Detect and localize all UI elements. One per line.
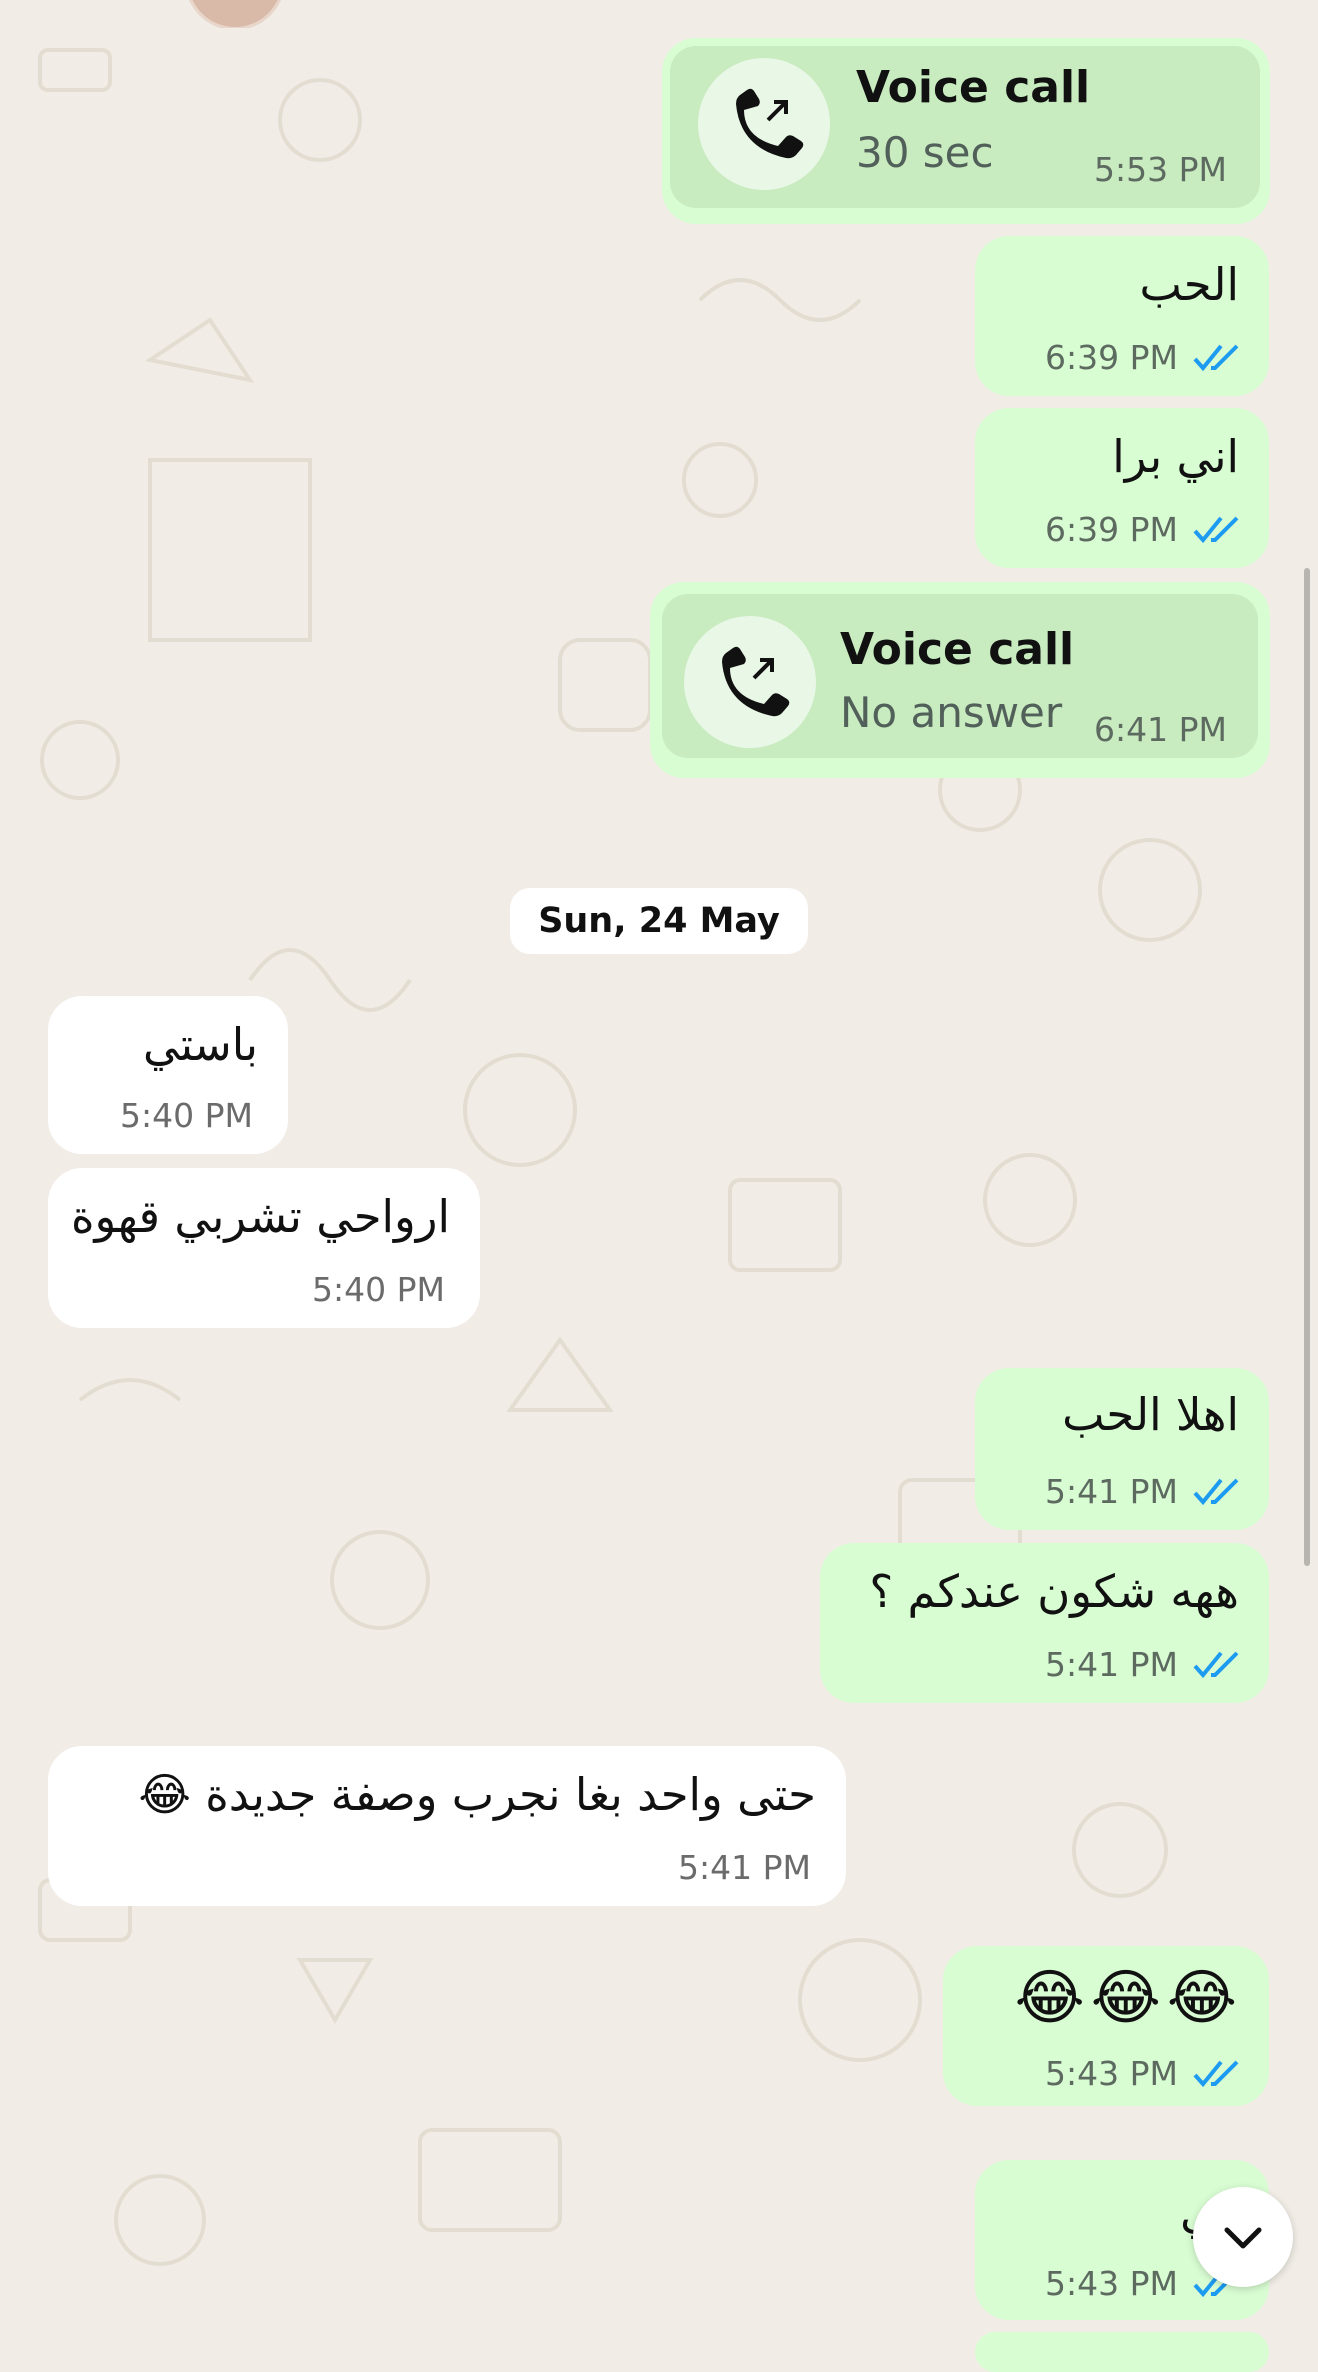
message-time: 5:41 PM bbox=[678, 1848, 811, 1887]
call-icon-circle bbox=[684, 616, 816, 748]
chat-scrollbar[interactable] bbox=[1304, 568, 1310, 1566]
outgoing-message[interactable]: اني برا 6:39 PM bbox=[975, 408, 1269, 568]
outgoing-message[interactable]: الحب 6:39 PM bbox=[975, 236, 1269, 396]
message-text: باستي bbox=[142, 1018, 258, 1071]
message-text: حتى واحد بغا نجرب وصفة جديدة 😂 bbox=[138, 1768, 816, 1821]
incoming-message[interactable]: حتى واحد بغا نجرب وصفة جديدة 😂 5:41 PM bbox=[48, 1746, 846, 1906]
double-check-icon bbox=[1193, 516, 1239, 544]
call-bubble[interactable]: Voice call 30 sec 5:53 PM bbox=[662, 38, 1270, 224]
message-time: 6:39 PM bbox=[1045, 510, 1178, 549]
outgoing-call-icon bbox=[722, 646, 790, 717]
outgoing-message[interactable]: 😂😂😂 5:43 PM bbox=[943, 1946, 1269, 2106]
message-text: اني برا bbox=[1112, 430, 1239, 483]
call-duration: 30 sec bbox=[856, 128, 994, 177]
outgoing-call-icon bbox=[736, 88, 804, 159]
message-time: 5:53 PM bbox=[1094, 150, 1227, 189]
message-time: 5:41 PM bbox=[1045, 1645, 1178, 1684]
contact-avatar[interactable] bbox=[185, 0, 285, 28]
chat-header bbox=[0, 0, 1318, 28]
call-icon-circle bbox=[698, 58, 830, 190]
double-check-icon bbox=[1193, 1651, 1239, 1679]
double-check-icon bbox=[1193, 344, 1239, 372]
message-text: 😂😂😂 bbox=[1014, 1963, 1243, 2033]
message-text: اهلا الحب bbox=[1062, 1388, 1239, 1441]
call-title: Voice call bbox=[840, 624, 1075, 675]
message-text: ارواحي تشربي قهوة bbox=[70, 1190, 450, 1243]
message-time: 5:43 PM bbox=[1045, 2054, 1178, 2093]
outgoing-message-partial[interactable] bbox=[975, 2332, 1269, 2372]
message-time: 5:41 PM bbox=[1045, 1472, 1178, 1511]
outgoing-message[interactable]: اهلا الحب 5:41 PM bbox=[975, 1368, 1269, 1530]
call-title: Voice call bbox=[856, 62, 1091, 113]
message-time: 5:40 PM bbox=[312, 1270, 445, 1309]
double-check-icon bbox=[1193, 2060, 1239, 2088]
scroll-to-bottom-button[interactable] bbox=[1193, 2187, 1293, 2287]
chevron-down-icon bbox=[1224, 2227, 1262, 2249]
incoming-message[interactable]: باستي 5:40 PM bbox=[48, 996, 288, 1154]
message-text: الحب bbox=[1139, 258, 1239, 311]
message-time: 5:43 PM bbox=[1045, 2264, 1178, 2303]
double-check-icon bbox=[1193, 1478, 1239, 1506]
call-status: No answer bbox=[840, 688, 1063, 737]
message-time: 6:41 PM bbox=[1094, 710, 1227, 749]
call-bubble[interactable]: Voice call No answer 6:41 PM bbox=[650, 582, 1270, 778]
message-time: 5:40 PM bbox=[120, 1096, 253, 1135]
message-time: 6:39 PM bbox=[1045, 338, 1178, 377]
outgoing-message[interactable]: ههه شكون عندكم ؟ 5:41 PM bbox=[820, 1543, 1269, 1703]
message-text: ههه شكون عندكم ؟ bbox=[869, 1565, 1239, 1618]
date-separator: Sun, 24 May bbox=[510, 888, 808, 954]
incoming-message[interactable]: ارواحي تشربي قهوة 5:40 PM bbox=[48, 1168, 480, 1328]
